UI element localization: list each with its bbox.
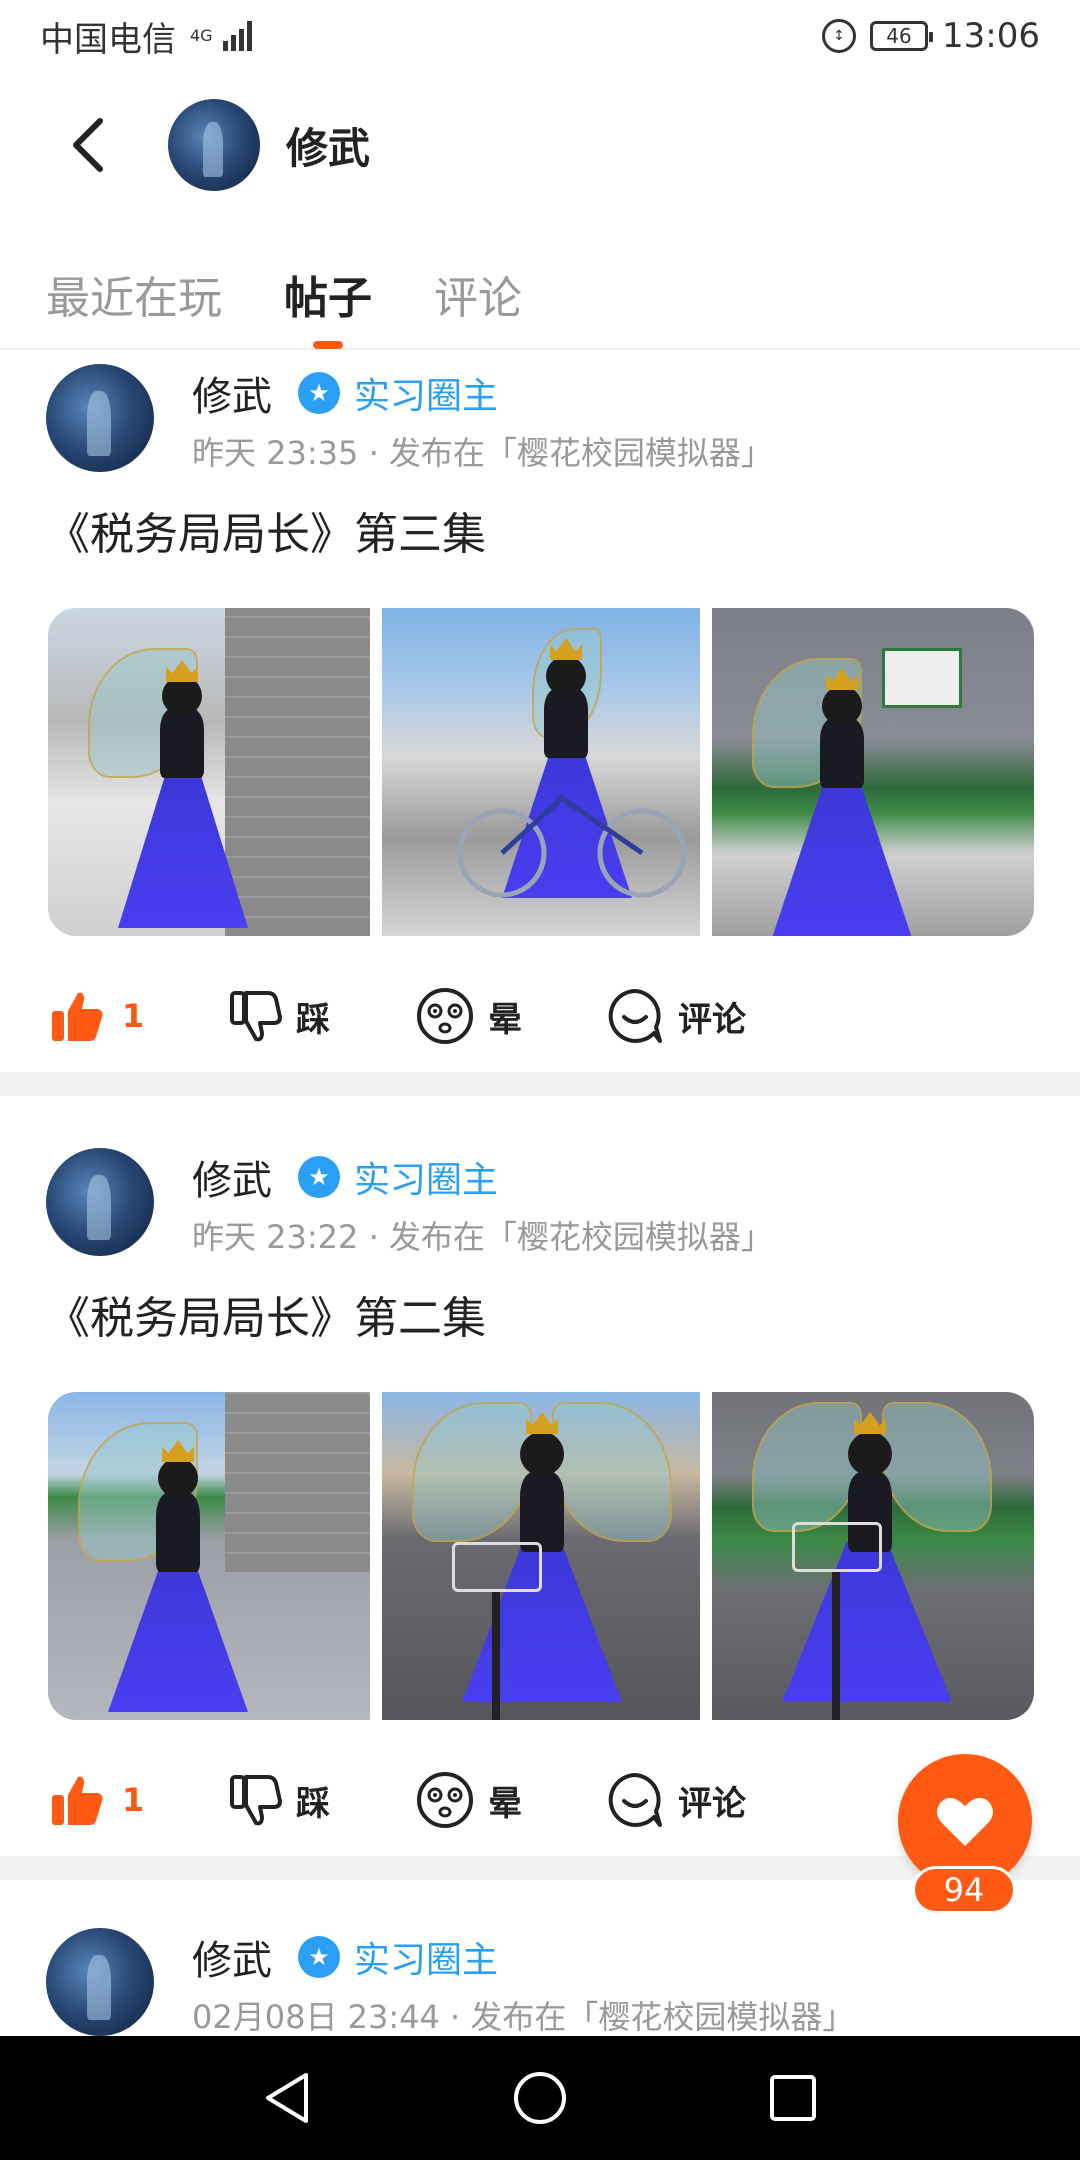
post-card[interactable]: 修武 ★ 实习圈主 昨天 23:22 · 发布在「樱花校园模拟器」 《税务局局长… xyxy=(0,1136,1080,1880)
post-meta: 昨天 23:22 · 发布在「樱花校园模拟器」 xyxy=(192,1218,773,1256)
dizzy-button[interactable]: 晕 xyxy=(416,987,606,1045)
tab-bar: 最近在玩 帖子 评论 xyxy=(0,240,1080,350)
post-meta: 昨天 23:35 · 发布在「樱花校园模拟器」 xyxy=(192,434,773,472)
post-title[interactable]: 《税务局局长》第二集 xyxy=(0,1284,1080,1354)
like-count: 1 xyxy=(122,1781,145,1819)
author-name[interactable]: 修武 xyxy=(192,1928,272,1986)
thumbs-down-icon xyxy=(230,1775,282,1826)
back-button[interactable] xyxy=(48,105,128,185)
star-badge-icon: ★ xyxy=(298,1156,340,1198)
comment-label: 评论 xyxy=(678,999,746,1040)
post-card[interactable]: 修武 ★ 实习圈主 02月08日 23:44 · 发布在「樱花校园模拟器」 xyxy=(0,1916,1080,2036)
comment-icon xyxy=(608,1773,662,1827)
tab-comments[interactable]: 评论 xyxy=(434,239,522,349)
thumbs-up-icon xyxy=(52,992,103,1041)
like-button[interactable]: 1 xyxy=(50,989,228,1043)
star-badge-icon: ★ xyxy=(298,372,340,414)
nav-recents-button[interactable] xyxy=(758,2063,828,2133)
image-grid xyxy=(0,1392,1080,1720)
tab-posts[interactable]: 帖子 xyxy=(284,239,372,349)
nav-home-button[interactable] xyxy=(505,2063,575,2133)
thumbs-down-icon xyxy=(230,991,282,1042)
dislike-button[interactable]: 踩 xyxy=(228,989,416,1043)
avatar[interactable] xyxy=(46,1148,154,1256)
role-badge: 实习圈主 xyxy=(354,376,499,417)
dizzy-button[interactable]: 晕 xyxy=(416,1771,606,1829)
triangle-back-icon xyxy=(265,2073,308,2123)
status-bar: 中国电信 4G ↕ 46 13:06 xyxy=(0,0,1080,72)
post-meta: 02月08日 23:44 · 发布在「樱花校园模拟器」 xyxy=(192,1998,855,2036)
comment-button[interactable]: 评论 xyxy=(606,1771,746,1829)
post-image[interactable] xyxy=(712,608,1034,936)
post-image[interactable] xyxy=(48,1392,370,1720)
tab-recently-played[interactable]: 最近在玩 xyxy=(46,239,222,349)
like-button[interactable]: 1 xyxy=(50,1773,228,1827)
dizzy-label: 晕 xyxy=(488,999,522,1040)
data-usage-icon: ↕ xyxy=(822,19,857,53)
favorite-count: 94 xyxy=(912,1866,1016,1914)
comment-button[interactable]: 评论 xyxy=(606,987,746,1045)
comment-label: 评论 xyxy=(678,1783,746,1824)
avatar[interactable] xyxy=(168,99,260,191)
signal-icon xyxy=(222,21,252,51)
square-recents-icon xyxy=(770,2075,817,2121)
battery-icon: 46 xyxy=(870,21,934,51)
post-image[interactable] xyxy=(712,1392,1034,1720)
avatar[interactable] xyxy=(46,364,154,472)
dizzy-face-icon xyxy=(417,1772,473,1828)
avatar[interactable] xyxy=(46,1928,154,2036)
author-name[interactable]: 修武 xyxy=(192,364,272,422)
network-type: 4G xyxy=(190,26,213,45)
heart-icon xyxy=(937,1797,993,1846)
star-badge-icon: ★ xyxy=(298,1936,340,1978)
dislike-button[interactable]: 踩 xyxy=(228,1773,416,1827)
author-name[interactable]: 修武 xyxy=(192,1148,272,1206)
dizzy-label: 晕 xyxy=(488,1783,522,1824)
post-image[interactable] xyxy=(382,1392,700,1720)
chevron-left-icon xyxy=(73,118,103,172)
post-image[interactable] xyxy=(48,608,370,936)
post-card[interactable]: 修武 ★ 实习圈主 昨天 23:35 · 发布在「樱花校园模拟器」 《税务局局长… xyxy=(0,352,1080,1096)
post-image[interactable] xyxy=(382,608,700,936)
like-count: 1 xyxy=(122,997,145,1035)
thumbs-up-icon xyxy=(52,1776,103,1825)
circle-home-icon xyxy=(513,2072,566,2124)
role-badge: 实习圈主 xyxy=(354,1160,499,1201)
comment-icon xyxy=(608,989,662,1043)
profile-header: 修武 xyxy=(0,90,1080,200)
post-title[interactable]: 《税务局局长》第三集 xyxy=(0,500,1080,570)
role-badge: 实习圈主 xyxy=(354,1940,499,1981)
page-title: 修武 xyxy=(286,123,371,173)
dizzy-face-icon xyxy=(417,988,473,1044)
clock: 13:06 xyxy=(942,16,1040,56)
nav-back-button[interactable] xyxy=(252,2063,322,2133)
dislike-label: 踩 xyxy=(296,1783,330,1824)
system-nav-bar xyxy=(0,2036,1080,2160)
carrier-label: 中国电信 xyxy=(40,19,176,60)
image-grid xyxy=(0,608,1080,936)
dislike-label: 踩 xyxy=(296,999,330,1040)
divider xyxy=(0,1072,1080,1096)
